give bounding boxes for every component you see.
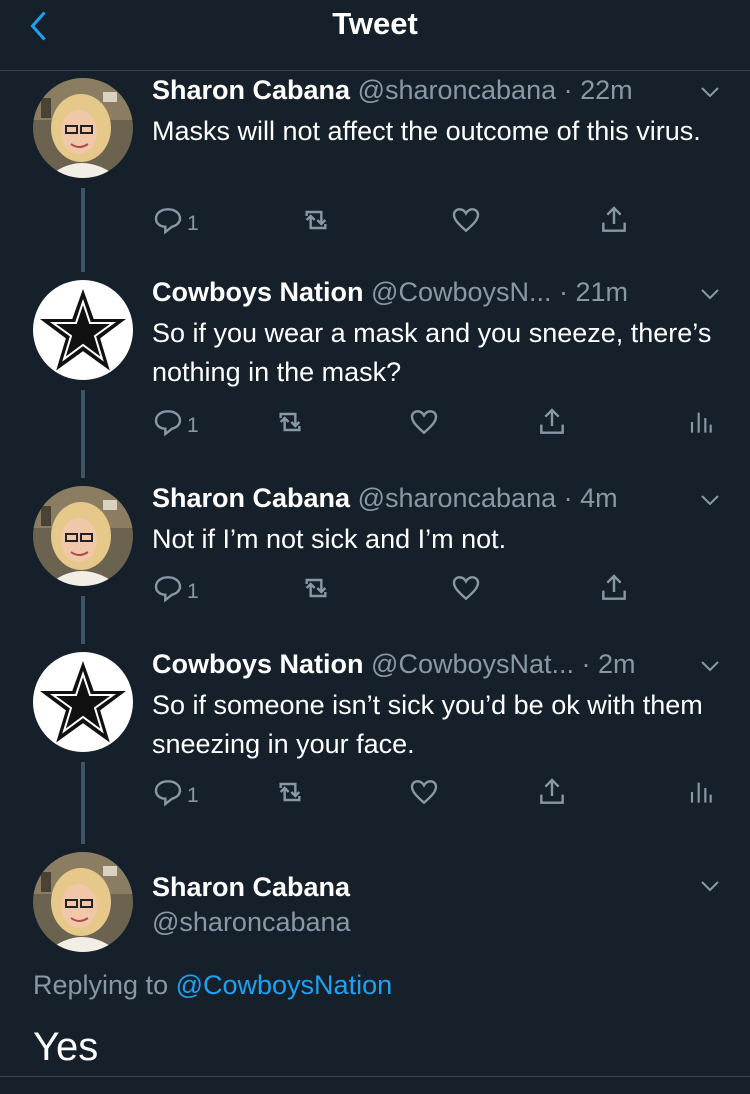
replying-label: Replying to [33, 970, 176, 1000]
retweet-button[interactable] [300, 202, 332, 238]
analytics-button[interactable] [684, 404, 716, 440]
username[interactable]: @sharoncabana [152, 905, 351, 939]
tweet-header: Cowboys Nation @CowboysNat... · 2m [152, 648, 720, 680]
avatar-cowboys-nation[interactable] [33, 280, 133, 380]
heart-icon [410, 780, 438, 805]
reply-count: 1 [187, 784, 199, 807]
chevron-down-icon[interactable] [698, 80, 722, 104]
timestamp[interactable]: · 2m [582, 649, 636, 679]
retweet-icon [279, 782, 301, 802]
display-name[interactable]: Sharon Cabana [152, 870, 350, 904]
reply-button[interactable]: 1 [152, 570, 199, 606]
tweet-header: Sharon Cabana @sharoncabana · 22m [152, 74, 720, 106]
tweet-header: Cowboys Nation @CowboysN... · 21m [152, 276, 720, 308]
thread-line [81, 188, 85, 272]
share-button[interactable] [536, 404, 568, 440]
top-bar: Tweet [0, 0, 750, 71]
username[interactable]: @sharoncabana [358, 75, 557, 105]
retweet-button[interactable] [274, 774, 306, 810]
tweet-actions: 1 [152, 570, 722, 610]
share-button[interactable] [598, 202, 630, 238]
heart-icon [452, 208, 480, 233]
analytics-icon [690, 412, 712, 433]
retweet-icon [305, 210, 327, 230]
like-button[interactable] [408, 404, 440, 440]
share-icon [602, 206, 626, 232]
timestamp[interactable]: · 21m [559, 277, 628, 307]
avatar-cowboys-nation[interactable] [33, 652, 133, 752]
reply-count: 1 [187, 212, 199, 235]
focused-tweet: Sharon Cabana @sharoncabana [0, 844, 750, 1076]
share-button[interactable] [536, 774, 568, 810]
thread-line [81, 596, 85, 644]
retweet-button[interactable] [300, 570, 332, 606]
thread-line [81, 762, 85, 844]
replying-to-line: Replying to @CowboysNation [33, 970, 392, 1001]
reply-button[interactable]: 1 [152, 404, 199, 440]
tweet-actions: 1 [152, 404, 722, 444]
reply-icon [154, 410, 182, 437]
thread-line [81, 390, 85, 478]
share-icon [540, 408, 564, 434]
share-icon [602, 574, 626, 600]
display-name[interactable]: Sharon Cabana [152, 75, 350, 105]
retweet-icon [279, 412, 301, 432]
reply-button[interactable]: 1 [152, 202, 199, 238]
retweet-icon [305, 578, 327, 598]
timestamp[interactable]: · 4m [564, 483, 618, 513]
tweet-actions: 1 [152, 774, 722, 814]
page-title: Tweet [332, 6, 418, 41]
reply-icon [154, 576, 182, 603]
display-name[interactable]: Cowboys Nation [152, 277, 364, 307]
reply-count: 1 [187, 414, 199, 437]
reply-count: 1 [187, 580, 199, 603]
reply-button[interactable]: 1 [152, 774, 199, 810]
chevron-down-icon[interactable] [698, 282, 722, 306]
reply-icon [154, 208, 182, 235]
analytics-icon [690, 782, 712, 803]
timestamp[interactable]: · 22m [564, 75, 633, 105]
heart-icon [452, 576, 480, 601]
heart-icon [410, 410, 438, 435]
focused-tweet-text: Yes [33, 1025, 99, 1069]
display-name[interactable]: Cowboys Nation [152, 649, 364, 679]
like-button[interactable] [450, 202, 482, 238]
chevron-down-icon[interactable] [698, 488, 722, 512]
tweet-text: Not if I’m not sick and I’m not. [152, 524, 507, 554]
username[interactable]: @sharoncabana [358, 483, 557, 513]
tweet[interactable]: Sharon Cabana @sharoncabana · 22m Masks … [0, 70, 750, 272]
avatar-sharon[interactable] [33, 78, 133, 178]
tweet[interactable]: Sharon Cabana @sharoncabana · 4m Not if … [0, 478, 750, 644]
like-button[interactable] [408, 774, 440, 810]
chevron-down-icon[interactable] [698, 654, 722, 678]
tweet[interactable]: Cowboys Nation @CowboysN... · 21m So if … [0, 272, 750, 478]
username[interactable]: @CowboysN... [371, 277, 551, 307]
analytics-button[interactable] [684, 774, 716, 810]
like-button[interactable] [450, 570, 482, 606]
mention-link[interactable]: @CowboysNation [176, 970, 393, 1000]
chevron-down-icon[interactable] [698, 874, 722, 898]
share-button[interactable] [598, 570, 630, 606]
reply-icon [154, 780, 182, 807]
share-icon [540, 778, 564, 804]
tweet-header: Sharon Cabana @sharoncabana · 4m [152, 482, 720, 514]
retweet-button[interactable] [274, 404, 306, 440]
divider [0, 1076, 750, 1077]
display-name[interactable]: Sharon Cabana [152, 483, 350, 513]
tweet-text: Masks will not affect the outcome of thi… [152, 116, 701, 146]
tweet-text: So if you wear a mask and you sneeze, th… [152, 318, 712, 387]
tweet[interactable]: Cowboys Nation @CowboysNat... · 2m So if… [0, 644, 750, 844]
tweet-text: So if someone isn’t sick you’d be ok wit… [152, 690, 703, 759]
username[interactable]: @CowboysNat... [371, 649, 574, 679]
avatar-sharon[interactable] [33, 852, 133, 952]
avatar-sharon[interactable] [33, 486, 133, 586]
tweet-actions: 1 [152, 202, 722, 242]
